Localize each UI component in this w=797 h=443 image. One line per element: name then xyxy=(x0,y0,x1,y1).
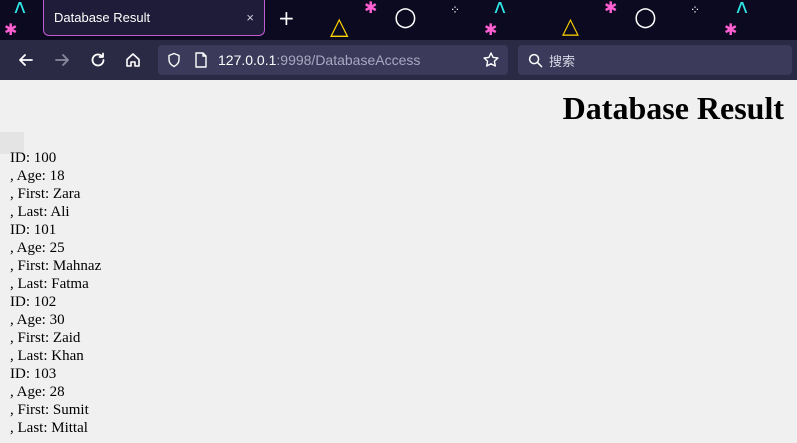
address-bar[interactable]: 127.0.0.1:9998/DatabaseAccess xyxy=(158,45,508,75)
records-list: ID: 100 , Age: 18 , First: Zara , Last: … xyxy=(10,149,101,437)
decorative-dots-icon: ⁘ xyxy=(450,3,461,17)
decorative-star-icon: ✱ xyxy=(604,0,618,17)
search-placeholder: 搜索 xyxy=(549,54,576,70)
decorative-star-icon: ✱ xyxy=(364,0,378,17)
bookmark-star-icon[interactable] xyxy=(482,51,500,69)
record-last: , Last: Mittal xyxy=(10,420,88,436)
browser-chrome: ʌ ✱ ⁘ △ ✱ ○ ⁘ ✱ ʌ △ ✱ ○ ⁘ ✱ ʌ Database R… xyxy=(0,0,797,80)
page-icon xyxy=(195,52,207,68)
record-id: ID: 103 xyxy=(10,366,57,382)
decorative-star-icon: ✱ xyxy=(484,20,498,39)
page-content: Database Result ID: 100 , Age: 18 , Firs… xyxy=(0,80,797,443)
arrow-left-icon xyxy=(19,54,33,66)
nav-toolbar: 127.0.0.1:9998/DatabaseAccess 搜索 xyxy=(0,40,797,80)
decorative-zigzag-icon: ʌ xyxy=(736,0,748,18)
tab-bar: ʌ ✱ ⁘ △ ✱ ○ ⁘ ✱ ʌ △ ✱ ○ ⁘ ✱ ʌ Database R… xyxy=(0,0,797,40)
record-id: ID: 101 xyxy=(10,222,57,238)
decorative-dots-icon: ⁘ xyxy=(690,3,701,17)
record-id: ID: 100 xyxy=(10,150,57,166)
url-host: 127.0.0.1 xyxy=(218,52,277,68)
decorative-circle-icon: ○ xyxy=(394,2,417,32)
record-first: , First: Zara xyxy=(10,186,81,202)
tab-title: Database Result xyxy=(54,10,151,25)
record-first: , First: Mahnaz xyxy=(10,258,102,274)
new-tab-button[interactable]: + xyxy=(278,6,295,30)
decorative-zigzag-icon: ʌ xyxy=(494,0,506,18)
tab-database-result[interactable]: Database Result × xyxy=(43,0,265,36)
record-last: , Last: Ali xyxy=(10,204,70,220)
forward-button[interactable] xyxy=(50,48,74,72)
decorative-zigzag-icon: ʌ xyxy=(14,0,26,18)
decorative-star-icon: ✱ xyxy=(4,20,18,39)
tab-close-icon[interactable]: × xyxy=(246,10,254,25)
record-age: , Age: 18 xyxy=(10,168,65,184)
url-text: 127.0.0.1:9998/DatabaseAccess xyxy=(218,52,420,68)
back-button[interactable] xyxy=(14,48,38,72)
home-icon xyxy=(126,53,140,67)
record-age: , Age: 28 xyxy=(10,384,65,400)
home-button[interactable] xyxy=(121,48,145,72)
decorative-triangle-icon: △ xyxy=(562,14,579,39)
search-bar[interactable]: 搜索 xyxy=(518,45,792,75)
decorative-circle-icon: ○ xyxy=(634,2,657,32)
page-title: Database Result xyxy=(562,90,784,126)
reload-icon xyxy=(91,52,105,67)
record-first: , First: Sumit xyxy=(10,402,89,418)
record-age: , Age: 25 xyxy=(10,240,65,256)
record-id: ID: 102 xyxy=(10,294,57,310)
decorative-triangle-icon: △ xyxy=(330,12,349,40)
reload-button[interactable] xyxy=(86,48,110,72)
record-last: , Last: Khan xyxy=(10,348,84,364)
arrow-right-icon xyxy=(55,54,69,66)
url-path: :9998/DatabaseAccess xyxy=(276,52,421,68)
record-last: , Last: Fatma xyxy=(10,276,89,292)
record-age: , Age: 30 xyxy=(10,312,65,328)
decorative-star-icon: ✱ xyxy=(724,20,738,39)
shield-icon xyxy=(168,52,180,68)
search-icon xyxy=(528,53,543,67)
record-first: , First: Zaid xyxy=(10,330,81,346)
